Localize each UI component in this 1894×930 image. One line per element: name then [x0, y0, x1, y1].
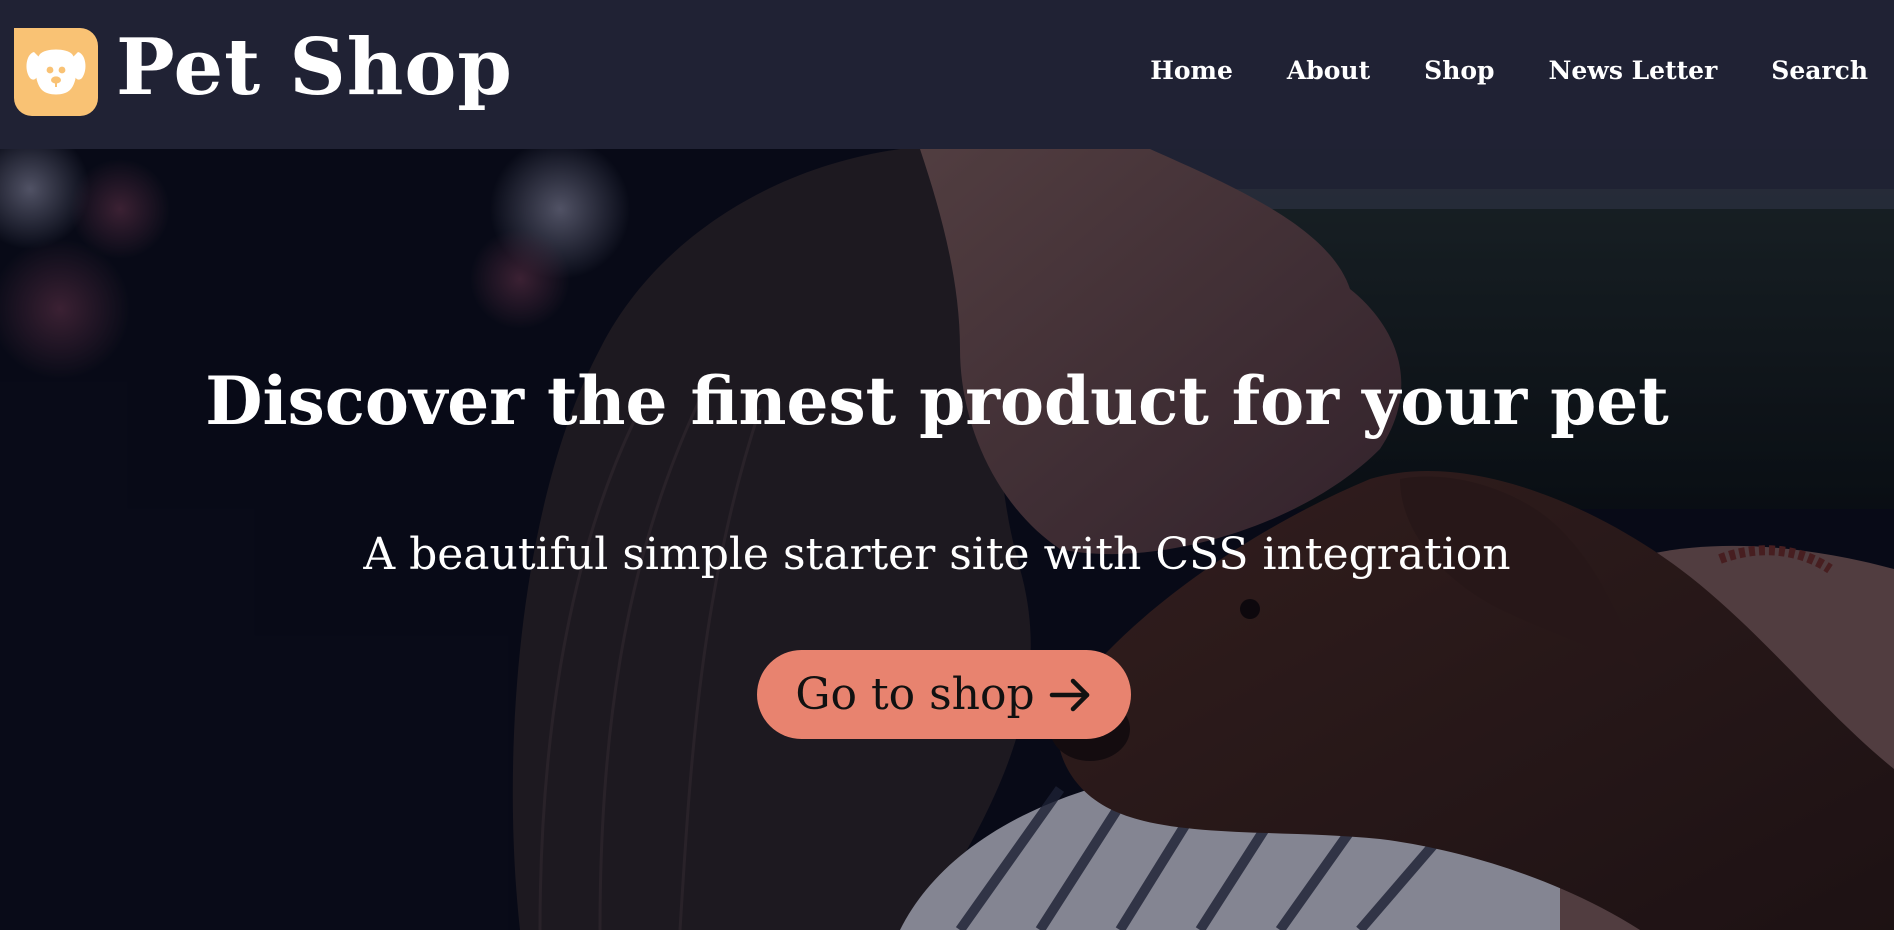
hero-title: Discover the finest product for your pet: [0, 365, 1894, 438]
brand-logo-link[interactable]: Pet Shop: [14, 28, 513, 116]
hero-subtitle: A beautiful simple starter site with CSS…: [0, 529, 1894, 582]
nav-search-link[interactable]: Search: [1771, 56, 1868, 85]
nav-home-link[interactable]: Home: [1150, 56, 1233, 85]
arrow-right-icon: [1049, 677, 1093, 713]
hero-subtitle-text: A beautiful simple starter site with CSS…: [363, 529, 1511, 580]
go-to-shop-label: Go to shop: [795, 669, 1035, 720]
brand-name: Pet Shop: [116, 22, 513, 113]
nav-newsletter-link[interactable]: News Letter: [1549, 56, 1718, 85]
hero-title-text: Discover the finest product for your pet: [205, 362, 1669, 440]
hero-section: Discover the finest product for your pet…: [0, 149, 1894, 930]
nav-shop-link[interactable]: Shop: [1424, 56, 1494, 85]
go-to-shop-button[interactable]: Go to shop: [757, 650, 1131, 739]
main-nav: Home About Shop News Letter Search: [1096, 56, 1868, 85]
navbar: Pet Shop Home About Shop News Letter Sea…: [0, 0, 1894, 149]
nav-about-link[interactable]: About: [1287, 56, 1370, 85]
dog-face-icon: [14, 28, 98, 116]
